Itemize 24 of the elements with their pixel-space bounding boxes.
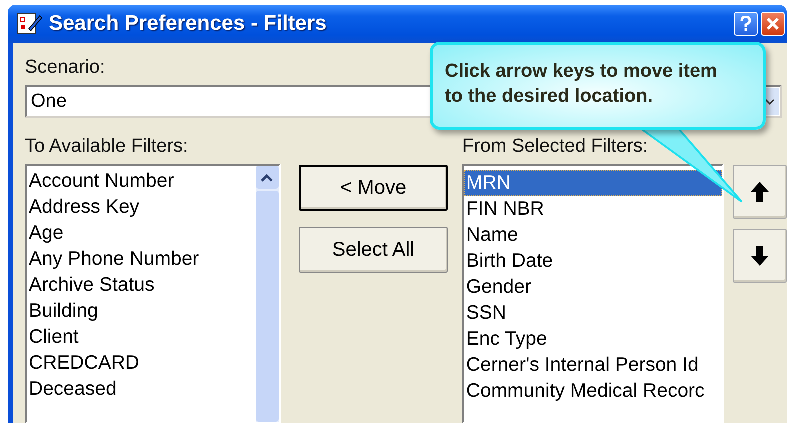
selected-filters-label: From Selected Filters: <box>462 136 648 158</box>
list-item[interactable]: Name <box>464 222 722 248</box>
list-item[interactable]: Age <box>27 220 256 246</box>
move-button[interactable]: < Move <box>298 165 448 211</box>
list-item[interactable]: Address Key <box>27 194 256 220</box>
window-title: Search Preferences - Filters <box>49 12 327 36</box>
list-item[interactable]: Deceased <box>27 376 256 402</box>
scenario-label: Scenario: <box>25 57 106 79</box>
list-item[interactable]: MRN <box>464 170 722 196</box>
list-item[interactable]: Archive Status <box>27 272 256 298</box>
list-item[interactable]: Any Phone Number <box>27 246 256 272</box>
list-item[interactable]: Cerner's Internal Person Id <box>464 352 722 378</box>
available-filters-label: To Available Filters: <box>25 136 188 158</box>
select-all-button[interactable]: Select All <box>298 227 448 273</box>
list-item[interactable]: Birth Date <box>464 248 722 274</box>
list-item[interactable]: Community Medical Recorc <box>464 378 722 404</box>
list-item[interactable]: Building <box>27 298 256 324</box>
list-item[interactable]: Account Number <box>27 168 256 194</box>
list-item[interactable]: CREDCARD <box>27 350 256 376</box>
list-item[interactable]: FIN NBR <box>464 196 722 222</box>
list-item[interactable]: Gender <box>464 274 722 300</box>
list-item[interactable]: Enc Type <box>464 326 722 352</box>
list-item[interactable]: SSN <box>464 300 722 326</box>
list-item[interactable]: Client <box>27 324 256 350</box>
